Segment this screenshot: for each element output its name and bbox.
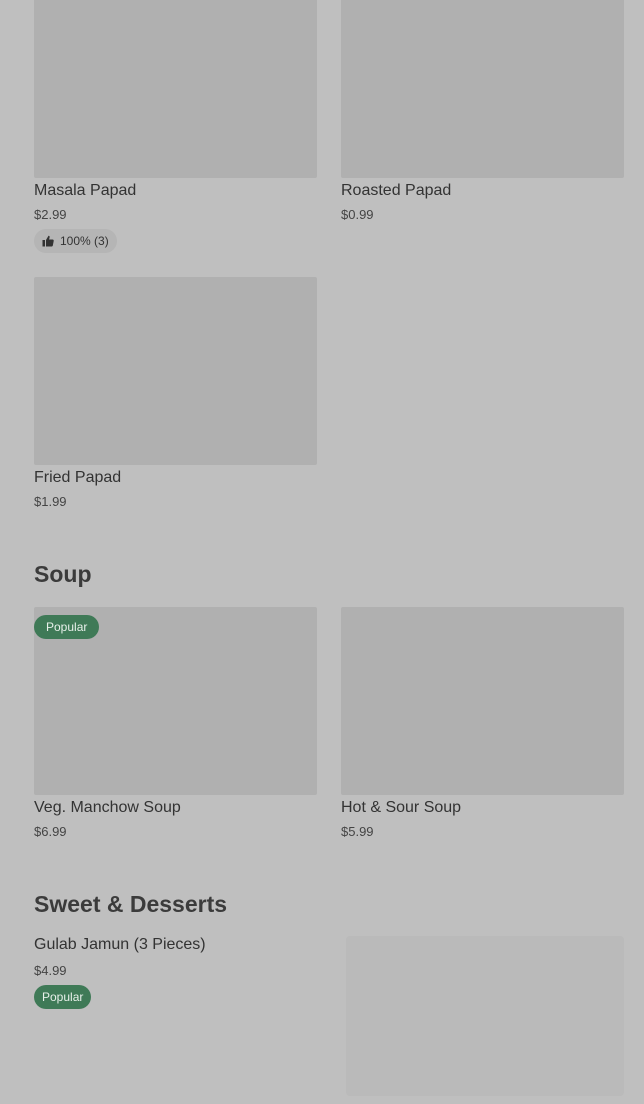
item-name: Gulab Jamun (3 Pieces): [34, 936, 206, 953]
item-name: Veg. Manchow Soup: [34, 799, 181, 816]
item-image[interactable]: [341, 0, 624, 178]
section-title-desserts: Sweet & Desserts: [34, 891, 228, 917]
menu-item-card-roasted-papad[interactable]: Roasted Papad $0.99: [341, 0, 624, 222]
rating-text: 100% (3): [60, 234, 109, 248]
menu-item-card-hot-sour-soup[interactable]: Hot & Sour Soup $5.99: [341, 607, 624, 839]
menu-item-card-fried-papad[interactable]: Fried Papad $1.99: [34, 277, 317, 509]
item-name: Masala Papad: [34, 182, 137, 199]
menu-item-card-veg-manchow-soup[interactable]: Popular Veg. Manchow Soup $6.99: [34, 607, 317, 839]
thumbs-up-icon: [42, 235, 54, 247]
item-name: Roasted Papad: [341, 182, 452, 199]
item-name: Hot & Sour Soup: [341, 799, 462, 816]
menu-item-card-masala-papad[interactable]: Masala Papad $2.99 100% (3): [34, 0, 317, 253]
item-image[interactable]: [34, 0, 317, 178]
item-price: $4.99: [34, 963, 67, 978]
menu-page: Masala Papad $2.99 100% (3) Roasted Papa…: [0, 0, 644, 1104]
item-image[interactable]: [341, 607, 624, 795]
item-name: Fried Papad: [34, 469, 122, 486]
item-image[interactable]: [34, 277, 317, 465]
rating-badge: 100% (3): [34, 229, 117, 253]
item-price: $2.99: [34, 207, 67, 222]
popular-badge: Popular: [34, 985, 92, 1009]
item-price: $5.99: [341, 824, 374, 839]
popular-badge: Popular: [34, 615, 100, 639]
item-image[interactable]: Popular: [34, 607, 317, 795]
item-price: $1.99: [34, 494, 67, 509]
menu-item-row-gulab-jamun[interactable]: Gulab Jamun (3 Pieces) $4.99 Popular: [34, 936, 624, 1096]
item-price: $6.99: [34, 824, 67, 839]
section-title-soup: Soup: [34, 561, 92, 587]
item-image[interactable]: [346, 936, 624, 1096]
item-price: $0.99: [341, 207, 374, 222]
